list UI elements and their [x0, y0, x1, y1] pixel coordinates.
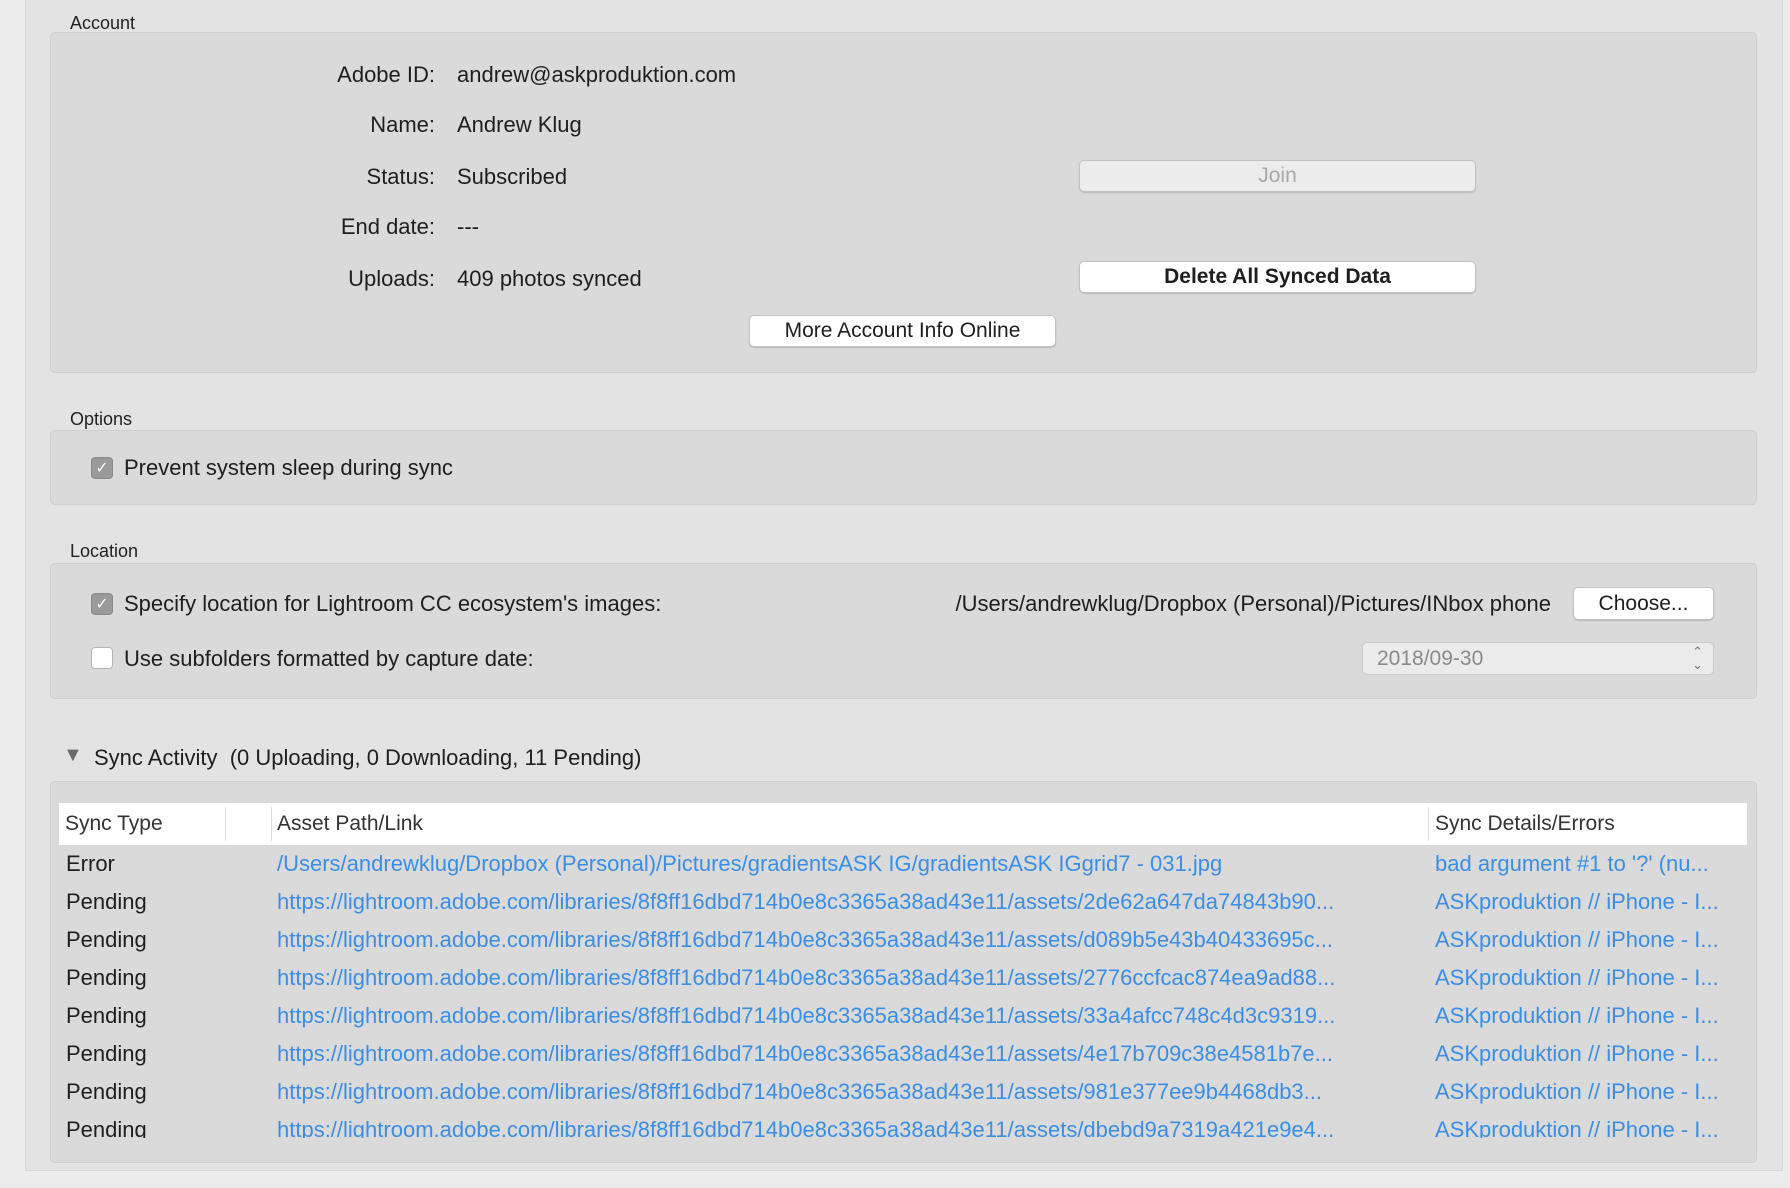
column-header-asset-path[interactable]: Asset Path/Link — [277, 803, 423, 845]
account-field-label: Uploads: — [348, 266, 435, 291]
table-row[interactable]: Error /Users/andrewklug/Dropbox (Persona… — [59, 845, 1747, 883]
sync-details-cell[interactable]: ASKproduktion // iPhone - I... — [1435, 997, 1747, 1035]
sync-details-cell[interactable]: ASKproduktion // iPhone - I... — [1435, 1111, 1747, 1138]
asset-path-link[interactable]: https://lightroom.adobe.com/libraries/8f… — [277, 1111, 1427, 1138]
sync-activity-header: Sync Activity (0 Uploading, 0 Downloadin… — [94, 745, 641, 771]
asset-path-link[interactable]: https://lightroom.adobe.com/libraries/8f… — [277, 1073, 1427, 1111]
sync-details-cell[interactable]: ASKproduktion // iPhone - I... — [1435, 959, 1747, 997]
table-row[interactable]: Pending https://lightroom.adobe.com/libr… — [59, 959, 1747, 997]
sync-type-cell: Pending — [66, 965, 147, 990]
sync-details-cell[interactable]: bad argument #1 to '?' (nu... — [1435, 845, 1747, 883]
sync-activity-summary: (0 Uploading, 0 Downloading, 11 Pending) — [229, 745, 642, 770]
column-divider[interactable] — [271, 807, 272, 841]
table-row[interactable]: Pending https://lightroom.adobe.com/libr… — [59, 883, 1747, 921]
table-row[interactable]: Pending https://lightroom.adobe.com/libr… — [59, 997, 1747, 1035]
chevron-updown-icon: ⌃ ⌄ — [1692, 644, 1703, 672]
sync-type-cell: Pending — [66, 1079, 147, 1104]
location-section-label: Location — [70, 541, 139, 561]
location-path: /Users/andrewklug/Dropbox (Personal)/Pic… — [955, 591, 1551, 616]
sync-details-cell[interactable]: ASKproduktion // iPhone - I... — [1435, 921, 1747, 959]
account-field-label: Name: — [370, 112, 435, 137]
date-format-select[interactable]: 2018/09-30 ⌃ ⌄ — [1362, 642, 1714, 675]
asset-path-link[interactable]: https://lightroom.adobe.com/libraries/8f… — [277, 997, 1427, 1035]
checkmark-icon: ✓ — [95, 460, 109, 477]
prevent-sleep-label: Prevent system sleep during sync — [124, 455, 453, 480]
account-field-value: --- — [457, 214, 479, 239]
asset-path-link[interactable]: /Users/andrewklug/Dropbox (Personal)/Pic… — [277, 845, 1427, 883]
table-row[interactable]: Pending https://lightroom.adobe.com/libr… — [59, 1035, 1747, 1073]
sync-details-cell[interactable]: ASKproduktion // iPhone - I... — [1435, 1073, 1747, 1111]
sync-type-cell: Pending — [66, 889, 147, 914]
choose-button[interactable]: Choose... — [1573, 587, 1714, 620]
sync-type-cell: Error — [66, 851, 115, 876]
subfolders-checkbox[interactable] — [91, 647, 113, 669]
account-section-label: Account — [70, 13, 136, 33]
date-format-value: 2018/09-30 — [1377, 646, 1484, 670]
delete-all-synced-data-button[interactable]: Delete All Synced Data — [1079, 261, 1476, 293]
column-divider[interactable] — [225, 807, 226, 841]
account-field-label: Status: — [366, 164, 435, 189]
subfolders-label: Use subfolders formatted by capture date… — [124, 646, 534, 671]
more-account-info-button[interactable]: More Account Info Online — [749, 315, 1056, 347]
sync-activity-title: Sync Activity — [94, 745, 218, 770]
asset-path-link[interactable]: https://lightroom.adobe.com/libraries/8f… — [277, 883, 1427, 921]
options-section-label: Options — [70, 409, 133, 429]
account-field-label: Adobe ID: — [337, 62, 435, 87]
join-button[interactable]: Join — [1079, 160, 1476, 192]
table-row[interactable]: Pending https://lightroom.adobe.com/libr… — [59, 921, 1747, 959]
sync-type-cell: Pending — [66, 1041, 147, 1066]
sync-type-cell: Pending — [66, 1117, 147, 1138]
column-header-sync-type[interactable]: Sync Type — [65, 803, 163, 845]
account-field-value: Subscribed — [457, 164, 568, 189]
sync-details-cell[interactable]: ASKproduktion // iPhone - I... — [1435, 883, 1747, 921]
location-box — [50, 563, 1757, 699]
column-divider[interactable] — [1428, 807, 1429, 841]
sync-table-header: Sync Type Asset Path/Link Sync Details/E… — [59, 803, 1747, 845]
asset-path-link[interactable]: https://lightroom.adobe.com/libraries/8f… — [277, 1035, 1427, 1073]
table-row[interactable]: Pending https://lightroom.adobe.com/libr… — [59, 1111, 1747, 1138]
prevent-sleep-checkbox[interactable]: ✓ — [91, 457, 113, 479]
checkmark-icon: ✓ — [95, 596, 109, 613]
specify-location-label: Specify location for Lightroom CC ecosys… — [124, 591, 662, 616]
asset-path-link[interactable]: https://lightroom.adobe.com/libraries/8f… — [277, 921, 1427, 959]
account-field-value: Andrew Klug — [457, 112, 582, 137]
sync-type-cell: Pending — [66, 1003, 147, 1028]
sync-details-cell[interactable]: ASKproduktion // iPhone - I... — [1435, 1035, 1747, 1073]
account-field-value: 409 photos synced — [457, 266, 642, 291]
table-row[interactable]: Pending https://lightroom.adobe.com/libr… — [59, 1073, 1747, 1111]
disclosure-triangle-icon[interactable]: ▼ — [63, 744, 83, 767]
sync-table-body[interactable]: Error /Users/andrewklug/Dropbox (Persona… — [59, 845, 1747, 1138]
specify-location-checkbox[interactable]: ✓ — [91, 593, 113, 615]
sync-type-cell: Pending — [66, 927, 147, 952]
account-field-label: End date: — [340, 214, 435, 239]
account-field-value: andrew@askproduktion.com — [457, 62, 737, 87]
column-header-sync-details[interactable]: Sync Details/Errors — [1435, 803, 1615, 845]
asset-path-link[interactable]: https://lightroom.adobe.com/libraries/8f… — [277, 959, 1427, 997]
